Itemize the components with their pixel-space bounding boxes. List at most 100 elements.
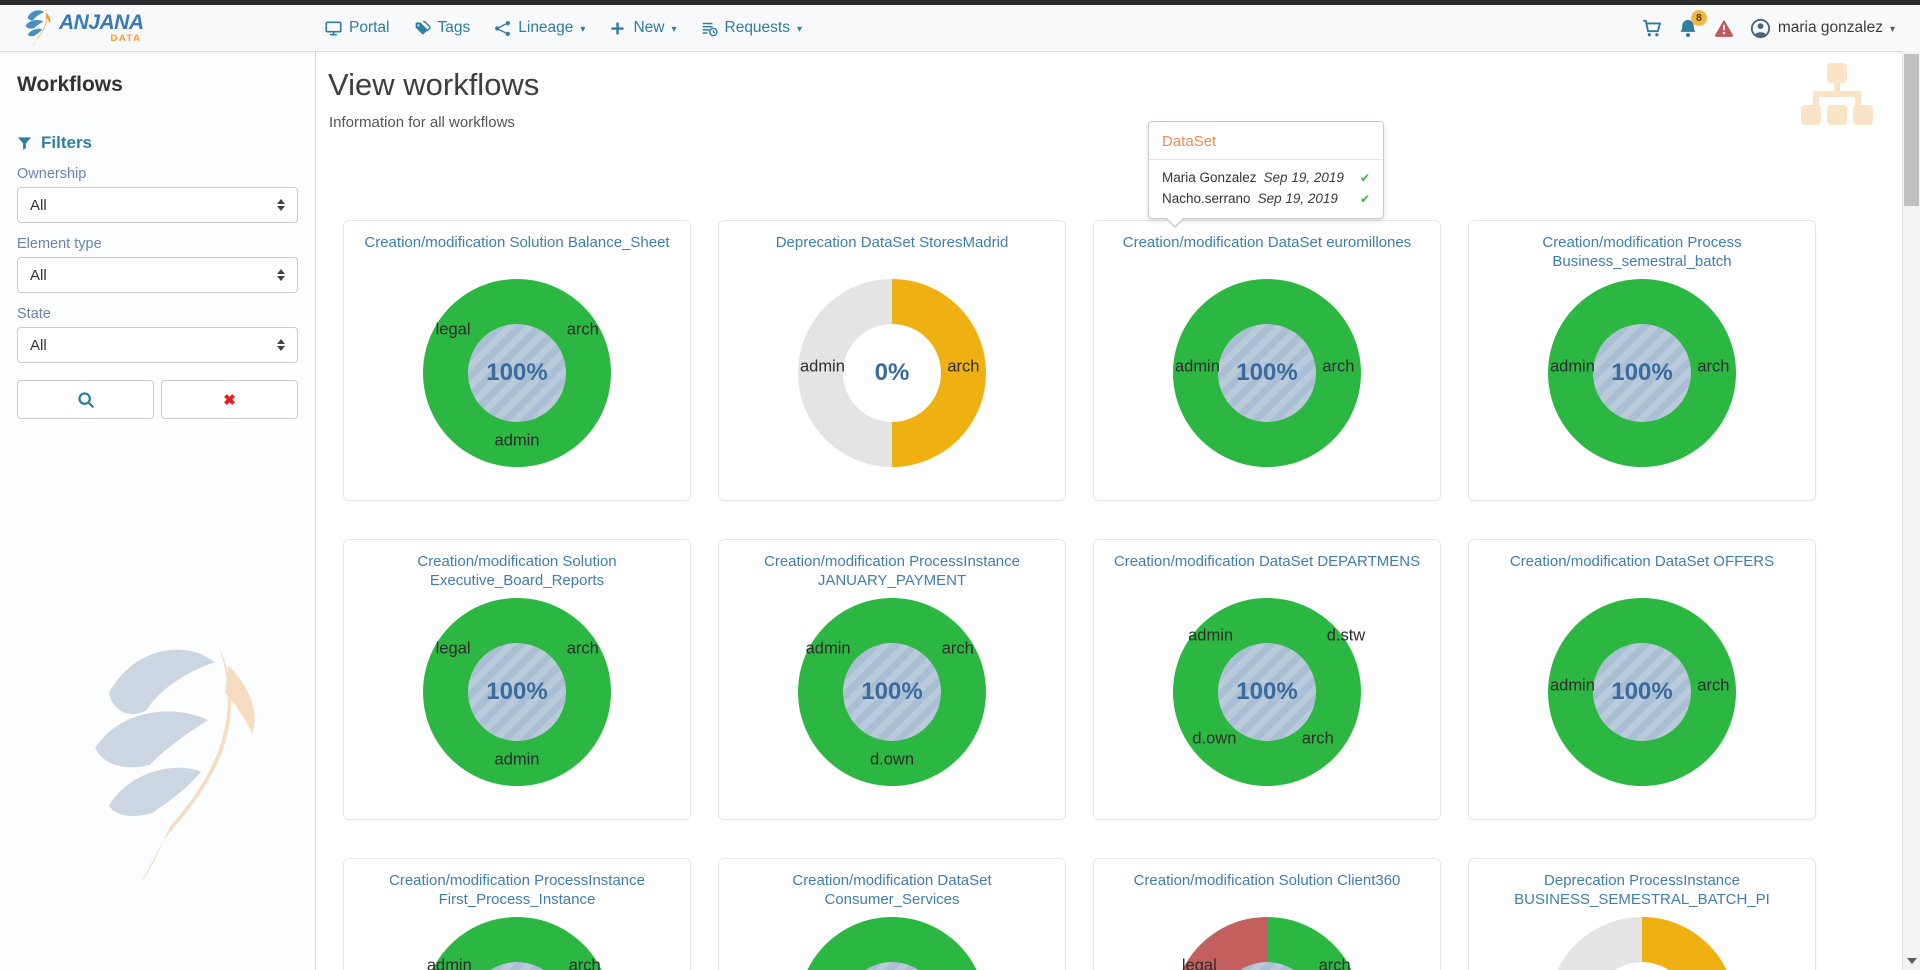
scrollbar-down-arrow-icon[interactable] [1907, 958, 1917, 964]
menu-item-lineage[interactable]: Lineage ▾ [494, 19, 585, 37]
selected-value: All [30, 337, 47, 354]
warning-triangle-icon [1714, 18, 1734, 38]
menu-item-tags[interactable]: Tags [414, 19, 471, 37]
workflow-card-balance-sheet[interactable]: Creation/modification Solution Balance_S… [343, 220, 691, 501]
filter-select-state[interactable]: All [17, 327, 298, 363]
filter-label-element-type: Element type [17, 236, 298, 252]
menu-item-label: Portal [349, 19, 390, 37]
workflow-card-executive-board-reports[interactable]: Creation/modification Solution Executive… [343, 539, 691, 820]
approval-row: Maria Gonzalez Sep 19, 2019 ✔ [1149, 167, 1383, 188]
donut-role-label-arch: arch [942, 639, 974, 658]
workflow-donut-chart: adminarch [423, 917, 611, 970]
filter-label-state: State [17, 306, 298, 322]
clear-filters-button[interactable]: ✖ [161, 380, 298, 419]
menu-item-requests[interactable]: Requests ▾ [701, 19, 803, 37]
donut-hole: 100% [468, 324, 566, 422]
sitemap-icon [1799, 61, 1875, 133]
search-button[interactable] [17, 380, 154, 419]
donut-role-label-admin: admin [806, 639, 851, 658]
workflow-donut-chart [1548, 917, 1736, 970]
workflow-card-first-process-instance[interactable]: Creation/modification ProcessInstance Fi… [343, 858, 691, 970]
donut-role-label-admin: admin [495, 750, 540, 769]
donut-hole [468, 962, 566, 970]
filter-select-ownership[interactable]: All [17, 187, 298, 223]
workflow-card-business-semestral-batch[interactable]: Creation/modification Process Business_s… [1468, 220, 1816, 501]
scrollbar-thumb[interactable] [1904, 54, 1919, 206]
workflow-card-title: Creation/modification Solution Client360 [1094, 871, 1440, 915]
workflow-percent: 100% [486, 678, 547, 706]
requests-icon [701, 20, 718, 37]
lineage-icon [494, 20, 511, 37]
donut-hole: 100% [1218, 643, 1316, 741]
donut-role-label-admin: admin [1550, 358, 1595, 377]
tags-icon [414, 20, 431, 37]
workflow-card-title: Creation/modification DataSet OFFERS [1469, 552, 1815, 596]
sidebar-title: Workflows [17, 73, 315, 97]
filters-header[interactable]: Filters [17, 133, 315, 153]
menu-item-new[interactable]: New ▾ [609, 19, 676, 37]
workflow-card-january-payment[interactable]: Creation/modification ProcessInstance JA… [718, 539, 1066, 820]
workflow-card-business-semestral-batch-pi[interactable]: Deprecation ProcessInstance BUSINESS_SEM… [1468, 858, 1816, 970]
workflow-card-title: Deprecation ProcessInstance BUSINESS_SEM… [1469, 871, 1815, 915]
donut-role-label-legal: legal [436, 639, 471, 658]
workflow-card-client360[interactable]: Creation/modification Solution Client360… [1093, 858, 1441, 970]
donut-hole: 100% [1218, 324, 1316, 422]
notification-badge: 8 [1691, 10, 1707, 26]
workflow-card-title: Creation/modification ProcessInstance JA… [719, 552, 1065, 596]
app-logo[interactable]: ANJANA DATA [24, 8, 144, 48]
dataset-approvals-tooltip: DataSet Maria Gonzalez Sep 19, 2019 ✔ Na… [1148, 121, 1384, 219]
workflow-percent: 100% [1236, 359, 1297, 387]
notifications-button[interactable]: 8 [1678, 18, 1698, 38]
workflow-donut-chart: 100% admind.stwd.ownarch [1173, 598, 1361, 786]
approver-name: Nacho.serrano [1162, 191, 1251, 206]
user-menu[interactable]: maria gonzalez ▾ [1750, 18, 1895, 39]
workflow-card-title: Deprecation DataSet StoresMadrid [719, 233, 1065, 277]
plus-icon [609, 20, 626, 37]
cart-button[interactable] [1642, 18, 1662, 38]
donut-hole [1593, 962, 1691, 970]
menu-item-label: Tags [438, 19, 471, 37]
approval-row: Nacho.serrano Sep 19, 2019 ✔ [1149, 188, 1383, 209]
workflow-card-euromillones[interactable]: Creation/modification DataSet euromillon… [1093, 220, 1441, 501]
monitor-icon [325, 20, 342, 37]
donut-role-label-d-own: d.own [870, 750, 914, 769]
menu-item-label: Requests [725, 19, 790, 37]
donut-role-label-admin: admin [1175, 358, 1220, 377]
workflow-donut-chart [798, 917, 986, 970]
logo-brand-name: ANJANA [59, 12, 144, 33]
workflow-card-title: Creation/modification Process Business_s… [1469, 233, 1815, 277]
select-updown-icon [277, 339, 285, 351]
chevron-down-icon: ▾ [580, 22, 585, 35]
username: maria gonzalez [1778, 19, 1883, 37]
workflow-card-storesmadrid[interactable]: Deprecation DataSet StoresMadrid 0% admi… [718, 220, 1066, 501]
donut-role-label-arch: arch [1319, 956, 1351, 970]
menu-item-label: New [633, 19, 664, 37]
menu-item-portal[interactable]: Portal [325, 19, 390, 37]
filter-select-element-type[interactable]: All [17, 257, 298, 293]
alerts-button[interactable] [1714, 18, 1734, 38]
tooltip-rows: Maria Gonzalez Sep 19, 2019 ✔ Nacho.serr… [1149, 160, 1383, 218]
window-top-strip [0, 0, 1920, 5]
page-title: View workflows [328, 67, 1903, 103]
workflow-hierarchy-button[interactable] [1799, 61, 1875, 133]
workflow-donut-chart: 100% adminarch [1548, 279, 1736, 467]
donut-role-label-admin: admin [495, 431, 540, 450]
donut-role-label-arch: arch [567, 639, 599, 658]
donut-hole: 100% [1593, 324, 1691, 422]
donut-hole: 0% [843, 324, 941, 422]
donut-role-label-admin: admin [1188, 626, 1233, 645]
donut-role-label-admin: admin [427, 956, 472, 970]
clear-x-icon: ✖ [223, 391, 236, 409]
cart-icon [1642, 18, 1662, 38]
workflow-card-consumer-services[interactable]: Creation/modification DataSet Consumer_S… [718, 858, 1066, 970]
workflow-donut-chart: 100% legalarchadmin [423, 279, 611, 467]
logo-brand-sub: DATA [111, 34, 142, 44]
vertical-scrollbar[interactable] [1902, 51, 1920, 970]
workflow-card-title: Creation/modification DataSet Consumer_S… [719, 871, 1065, 915]
workflow-card-departmens[interactable]: Creation/modification DataSet DEPARTMENS… [1093, 539, 1441, 820]
chevron-down-icon: ▾ [671, 22, 676, 35]
approver-name: Maria Gonzalez [1162, 170, 1257, 185]
workflow-card-offers[interactable]: Creation/modification DataSet OFFERS 100… [1468, 539, 1816, 820]
filters-label: Filters [41, 133, 92, 153]
donut-hole [843, 962, 941, 970]
